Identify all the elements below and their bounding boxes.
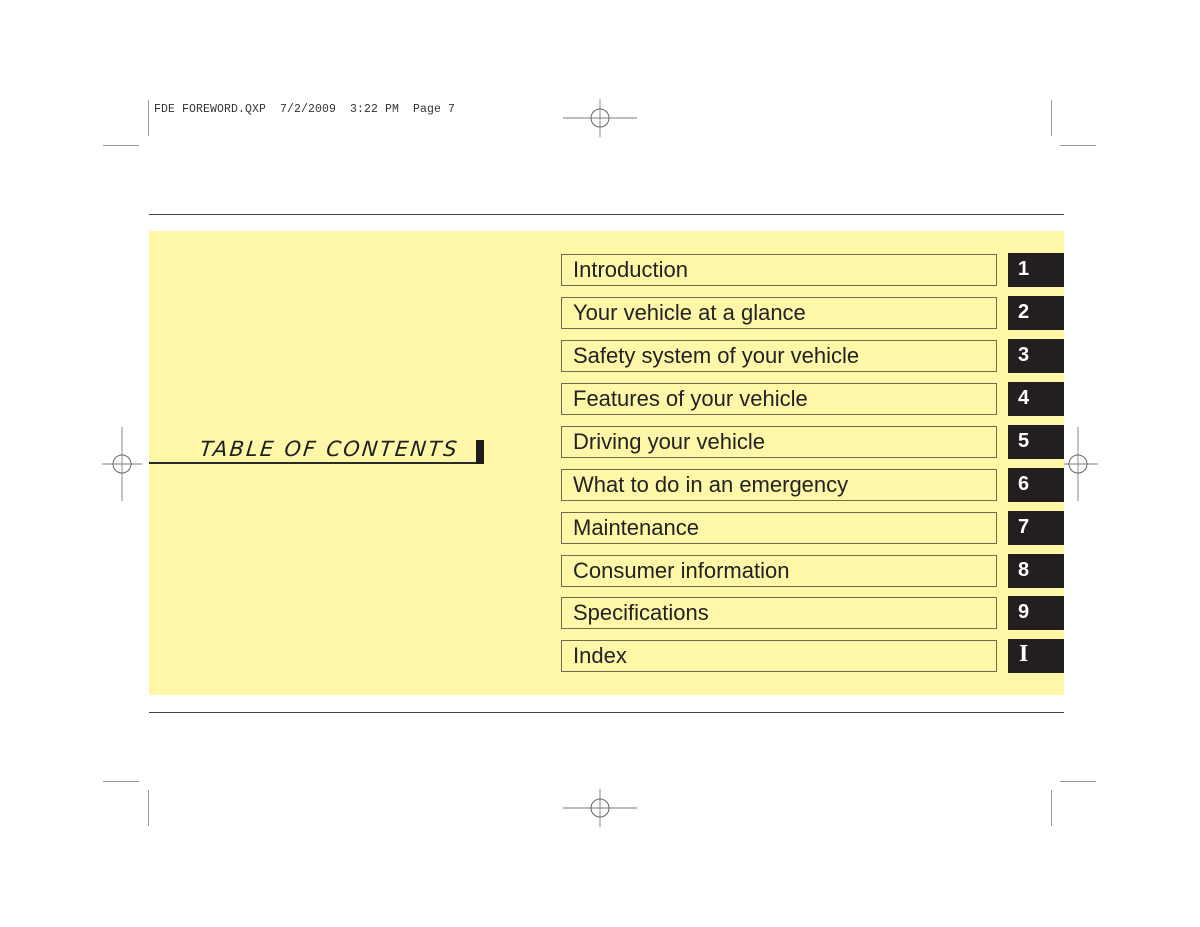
chapter-tab-2[interactable]: 2 xyxy=(1008,296,1064,330)
chapter-label: Features of your vehicle xyxy=(573,386,808,411)
chapter-label: Your vehicle at a glance xyxy=(573,300,806,325)
crop-mark-top-left-vertical xyxy=(148,100,149,136)
chapter-item-vehicle-at-a-glance[interactable]: Your vehicle at a glance xyxy=(561,297,997,329)
chapter-tab-9[interactable]: 9 xyxy=(1008,596,1064,630)
print-slug: FDE FOREWORD.QXP 7/2/2009 3:22 PM Page 7 xyxy=(154,103,456,116)
crop-mark-top-left-horizontal xyxy=(103,145,139,146)
chapter-tab-number: 9 xyxy=(1018,601,1030,623)
chapter-tab-number: 1 xyxy=(1018,258,1030,280)
chapter-tab-number: 7 xyxy=(1018,516,1030,538)
chapter-label: Driving your vehicle xyxy=(573,429,765,454)
chapter-tab-number: 6 xyxy=(1018,473,1030,495)
chapter-item-specifications[interactable]: Specifications xyxy=(561,597,997,629)
chapter-tab-3[interactable]: 3 xyxy=(1008,339,1064,373)
chapter-tab-4[interactable]: 4 xyxy=(1008,382,1064,416)
title-underline xyxy=(149,462,484,464)
registration-mark-left-icon xyxy=(102,427,142,501)
chapter-item-consumer-information[interactable]: Consumer information xyxy=(561,555,997,587)
crop-mark-bottom-right-vertical xyxy=(1051,790,1052,826)
chapter-label: Specifications xyxy=(573,600,709,625)
chapter-tab-number: 8 xyxy=(1018,559,1030,581)
chapter-tab-6[interactable]: 6 xyxy=(1008,468,1064,502)
chapter-tab-number: 5 xyxy=(1018,430,1030,452)
chapter-label: What to do in an emergency xyxy=(573,472,849,497)
crop-mark-bottom-left-horizontal xyxy=(103,781,139,782)
crop-mark-top-right-horizontal xyxy=(1060,145,1096,146)
chapter-label: Index xyxy=(573,643,627,668)
crop-mark-bottom-left-vertical xyxy=(148,790,149,826)
chapter-item-introduction[interactable]: Introduction xyxy=(561,254,997,286)
chapter-item-features[interactable]: Features of your vehicle xyxy=(561,383,997,415)
chapter-tab-index[interactable]: I xyxy=(1008,639,1064,673)
chapter-label: Maintenance xyxy=(573,515,699,540)
chapter-label: Safety system of your vehicle xyxy=(573,343,860,368)
chapter-item-safety-system[interactable]: Safety system of your vehicle xyxy=(561,340,997,372)
chapter-label: Introduction xyxy=(573,257,688,282)
chapter-tab-5[interactable]: 5 xyxy=(1008,425,1064,459)
page-title: TABLE OF CONTENTS xyxy=(198,437,461,461)
top-rule xyxy=(149,214,1064,215)
chapter-item-maintenance[interactable]: Maintenance xyxy=(561,512,997,544)
chapter-tab-7[interactable]: 7 xyxy=(1008,511,1064,545)
chapter-tab-number: 2 xyxy=(1018,301,1030,323)
chapter-label: Consumer information xyxy=(573,558,790,583)
chapter-tab-1[interactable]: 1 xyxy=(1008,253,1064,287)
chapter-tab-number: I xyxy=(1019,641,1029,667)
chapter-tab-number: 3 xyxy=(1018,344,1030,366)
chapter-item-index[interactable]: Index xyxy=(561,640,997,672)
chapter-item-driving[interactable]: Driving your vehicle xyxy=(561,426,997,458)
title-bar-marker xyxy=(476,440,484,464)
registration-mark-right-icon xyxy=(1058,427,1098,501)
crop-mark-top-right-vertical xyxy=(1051,100,1052,136)
chapter-item-emergency[interactable]: What to do in an emergency xyxy=(561,469,997,501)
registration-mark-top-icon xyxy=(563,99,637,137)
chapter-tab-number: 4 xyxy=(1018,387,1030,409)
registration-mark-bottom-icon xyxy=(563,789,637,827)
chapter-tab-8[interactable]: 8 xyxy=(1008,554,1064,588)
crop-mark-bottom-right-horizontal xyxy=(1060,781,1096,782)
bottom-rule xyxy=(149,712,1064,713)
